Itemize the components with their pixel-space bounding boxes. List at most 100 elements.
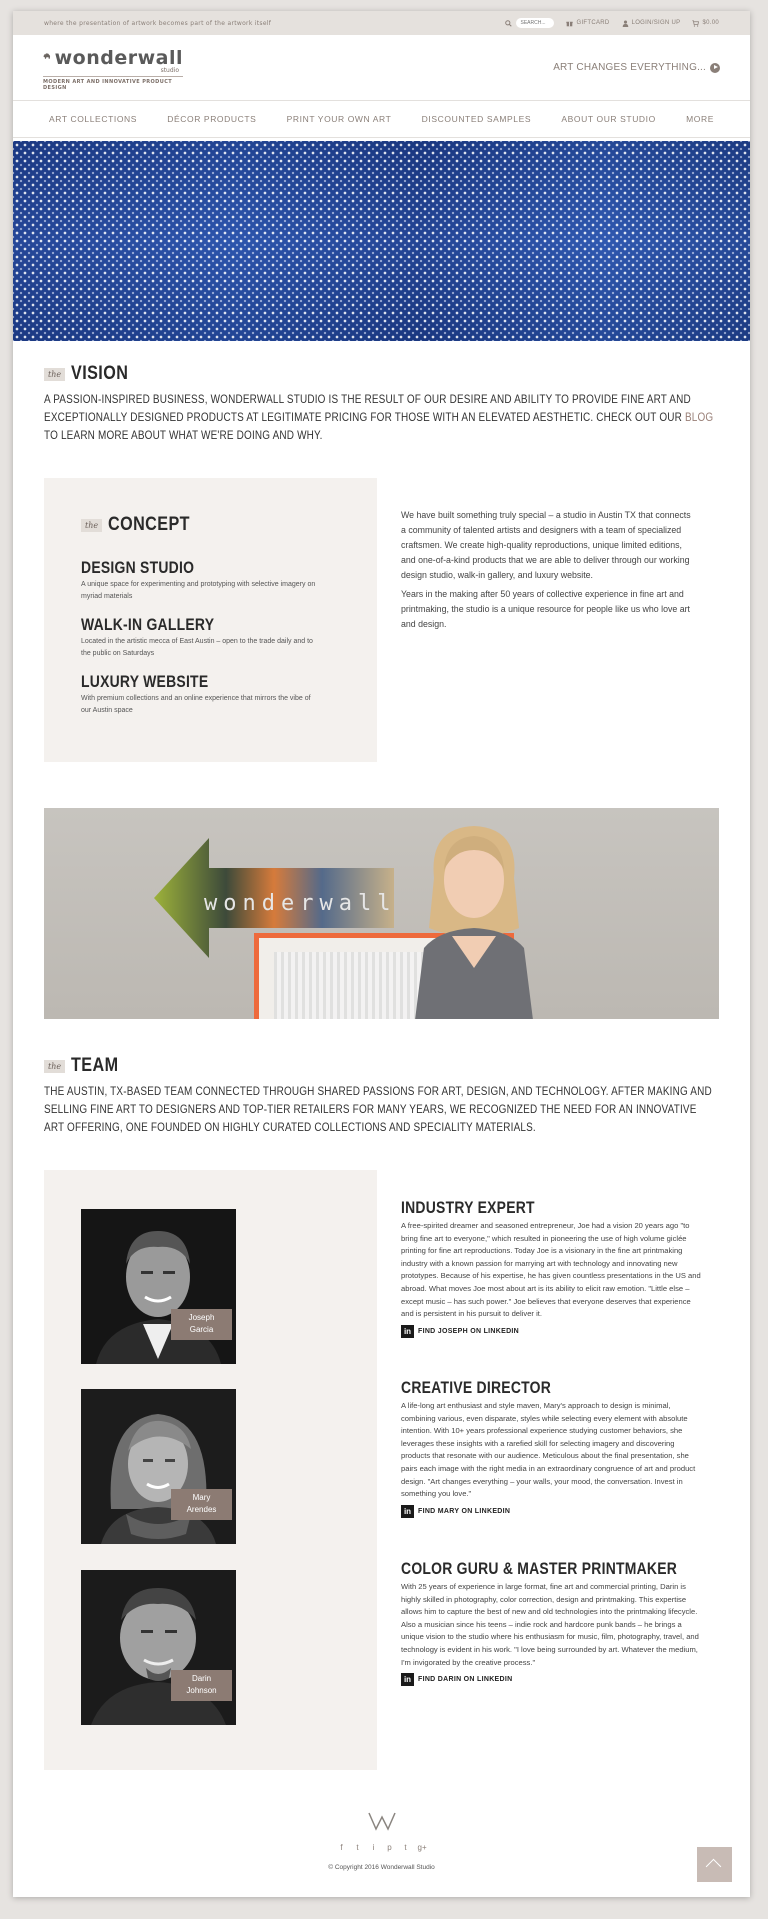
search-box: [505, 18, 555, 28]
nav-art-collections[interactable]: ART COLLECTIONS: [49, 114, 137, 124]
hero-banner-image: [13, 141, 750, 341]
giftcard-link[interactable]: GIFTCARD: [566, 20, 609, 27]
concept-paragraph: We have built something truly special – …: [401, 510, 691, 580]
back-to-top-button[interactable]: [697, 1847, 732, 1882]
login-label: LOGIN/SIGN UP: [631, 20, 681, 26]
member-bio: With 25 years of experience in large for…: [401, 1582, 699, 1667]
member-bio: A life-long art enthusiast and style mav…: [401, 1401, 696, 1499]
concept-box: the CONCEPT DESIGN STUDIO A unique space…: [44, 478, 377, 762]
nav-discounted-samples[interactable]: DISCOUNTED SAMPLES: [422, 114, 532, 124]
member-darin: COLOR GURU & MASTER PRINTMAKER With 25 y…: [401, 1559, 701, 1687]
pinterest-icon[interactable]: p: [386, 1843, 394, 1852]
member-joseph: INDUSTRY EXPERT A free-spirited dreamer …: [401, 1198, 701, 1338]
play-icon: [710, 62, 720, 73]
nav-print-your-own-art[interactable]: PRINT YOUR OWN ART: [287, 114, 392, 124]
top-tools: GIFTCARD LOGIN/SIGN UP $0.00: [505, 18, 719, 28]
logo-tagline: MODERN ART AND INNOVATIVE PRODUCT DESIGN: [43, 76, 183, 91]
portrait-joseph: [81, 1209, 236, 1364]
member-first-name: Joseph: [188, 1313, 215, 1322]
linkedin-link-darin[interactable]: in FIND DARIN ON LINKEDIN: [401, 1673, 701, 1687]
name-plate-joseph: Joseph Garcia: [171, 1309, 232, 1340]
footer-w-logo-icon[interactable]: [367, 1811, 397, 1831]
nav-decor-products[interactable]: DÉCOR PRODUCTS: [167, 114, 256, 124]
concept-title: CONCEPT: [108, 514, 191, 535]
top-bar: where the presentation of artwork become…: [13, 11, 750, 35]
team-section: the TEAM THE AUSTIN, TX-BASED TEAM CONNE…: [44, 1055, 724, 1137]
member-role: INDUSTRY EXPERT: [401, 1198, 535, 1217]
page: where the presentation of artwork become…: [13, 11, 750, 1897]
cart-icon: [692, 19, 700, 27]
concept-item: DESIGN STUDIO A unique space for experim…: [81, 558, 340, 603]
concept-item-desc: With premium collections and an online e…: [81, 695, 311, 714]
tumblr-icon[interactable]: t: [402, 1843, 410, 1852]
user-icon: [622, 20, 628, 27]
member-last-name: Johnson: [186, 1686, 217, 1695]
concept-item: WALK-IN GALLERY Located in the artistic …: [81, 615, 340, 660]
concept-item-title: WALK-IN GALLERY: [81, 615, 215, 634]
site-tagline: where the presentation of artwork become…: [44, 19, 272, 27]
twitter-icon[interactable]: t: [354, 1843, 362, 1852]
cart-total: $0.00: [702, 20, 719, 26]
vision-section: the VISION A PASSION-INSPIRED BUSINESS, …: [44, 363, 724, 445]
concept-paragraph: Years in the making after 50 years of co…: [401, 589, 690, 629]
vision-text-after: TO LEARN MORE ABOUT WHAT WE'RE DOING AND…: [44, 429, 323, 442]
logo-wordmark: wonderwall: [54, 47, 183, 69]
concept-item-desc: A unique space for experimenting and pro…: [81, 581, 316, 600]
woman-figure: [415, 826, 533, 1019]
member-mary: CREATIVE DIRECTOR A life-long art enthus…: [401, 1378, 701, 1518]
concept-item: LUXURY WEBSITE With premium collections …: [81, 672, 340, 717]
name-plate-darin: Darin Johnson: [171, 1670, 232, 1701]
team-title: TEAM: [71, 1055, 119, 1076]
linkedin-label: FIND JOSEPH ON LINKEDIN: [418, 1327, 520, 1335]
giftcard-label: GIFTCARD: [576, 20, 610, 26]
social-links: f t i p t g+: [13, 1843, 750, 1852]
nav-about-our-studio[interactable]: ABOUT OUR STUDIO: [561, 114, 655, 124]
nav-more[interactable]: MORE: [686, 114, 714, 124]
team-the-tag: the: [44, 1059, 66, 1073]
linkedin-link-mary[interactable]: in FIND MARY ON LINKEDIN: [401, 1504, 701, 1518]
member-bio: A free-spirited dreamer and seasoned ent…: [401, 1221, 701, 1319]
member-first-name: Mary: [192, 1493, 211, 1502]
cart-link[interactable]: $0.00: [692, 19, 719, 27]
member-last-name: Garcia: [189, 1325, 214, 1334]
member-role: CREATIVE DIRECTOR: [401, 1378, 552, 1397]
linkedin-icon: in: [401, 1324, 414, 1338]
studio-photo: wonderwall: [44, 808, 719, 1019]
team-text: THE AUSTIN, TX-BASED TEAM CONNECTED THRO…: [44, 1085, 712, 1134]
instagram-icon[interactable]: i: [370, 1843, 378, 1852]
vision-text: A PASSION-INSPIRED BUSINESS, WONDERWALL …: [44, 391, 715, 445]
member-role: COLOR GURU & MASTER PRINTMAKER: [401, 1559, 678, 1578]
gift-icon: [566, 21, 574, 26]
vision-title: VISION: [71, 363, 129, 384]
site-footer: f t i p t g+ © Copyright 2016 Wonderwall…: [13, 1811, 750, 1871]
art-changes-everything-link[interactable]: ART CHANGES EVERYTHING...: [553, 62, 720, 73]
linkedin-label: FIND MARY ON LINKEDIN: [418, 1507, 511, 1515]
name-plate-mary: Mary Arendes: [171, 1489, 232, 1520]
search-input[interactable]: [516, 18, 555, 28]
concept-item-title: DESIGN STUDIO: [81, 558, 195, 577]
concept-description: We have built something truly special – …: [401, 508, 691, 636]
vision-the-tag: the: [44, 367, 66, 381]
main-nav: ART COLLECTIONS DÉCOR PRODUCTS PRINT YOU…: [13, 101, 750, 138]
cta-label: ART CHANGES EVERYTHING...: [553, 62, 706, 73]
member-first-name: Darin: [191, 1674, 212, 1683]
arrow-word: wonderwall: [204, 891, 394, 916]
vision-text-before: A PASSION-INSPIRED BUSINESS, WONDERWALL …: [44, 393, 691, 424]
linkedin-link-joseph[interactable]: in FIND JOSEPH ON LINKEDIN: [401, 1324, 701, 1338]
login-link[interactable]: LOGIN/SIGN UP: [622, 20, 681, 27]
facebook-icon[interactable]: f: [338, 1843, 346, 1852]
copyright: © Copyright 2016 Wonderwall Studio: [328, 1864, 435, 1871]
lion-logo-icon: [43, 53, 51, 59]
search-icon[interactable]: [505, 19, 513, 27]
logo-studio: studio: [160, 67, 179, 74]
google-plus-icon[interactable]: g+: [418, 1843, 427, 1852]
member-last-name: Arendes: [186, 1505, 217, 1514]
linkedin-icon: in: [401, 1504, 414, 1518]
concept-the-tag: the: [81, 518, 103, 532]
concept-item-desc: Located in the artistic mecca of East Au…: [81, 638, 313, 657]
portrait-darin: [81, 1570, 236, 1725]
concept-item-title: LUXURY WEBSITE: [81, 672, 209, 691]
blog-link[interactable]: BLOG: [685, 411, 713, 424]
linkedin-label: FIND DARIN ON LINKEDIN: [418, 1676, 513, 1684]
site-logo[interactable]: wonderwall studio MODERN ART AND INNOVAT…: [43, 44, 183, 91]
